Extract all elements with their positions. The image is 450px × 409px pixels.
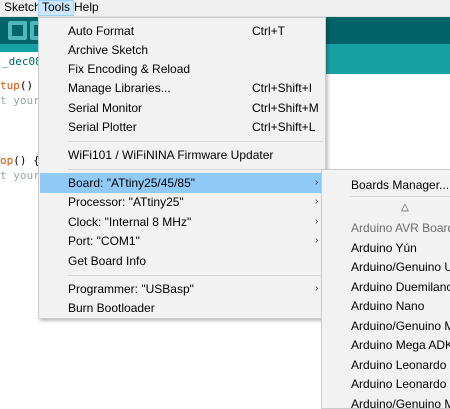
code-line: t your — [0, 94, 40, 107]
board-item[interactable]: Arduino/Genuino Uno — [351, 260, 450, 274]
submenu-arrow-icon: › — [315, 235, 319, 246]
board-item[interactable]: Arduino Yún — [351, 241, 417, 255]
file-icon — [12, 25, 23, 36]
board-submenu: Boards Manager... △ Arduino AVR Boards A… — [321, 169, 450, 409]
menu-item-get-board-info[interactable]: Get Board Info — [40, 251, 324, 271]
menu-item-clock[interactable]: Clock: "Internal 8 MHz" › — [40, 212, 324, 232]
menu-item-serial-plotter[interactable]: Serial Plotter Ctrl+Shift+L — [40, 117, 324, 137]
submenu-arrow-icon: › — [315, 283, 319, 294]
submenu-arrow-icon: › — [315, 196, 319, 207]
sketch-tab-label: _dec08 — [2, 55, 42, 68]
boards-manager-item[interactable]: Boards Manager... — [351, 178, 449, 192]
menu-item-board[interactable]: Board: "ATtiny25/45/85" › — [40, 173, 324, 193]
menu-tools[interactable]: Tools — [38, 0, 75, 16]
menu-separator — [350, 196, 450, 197]
code-line: op() { — [0, 154, 40, 167]
menu-separator — [68, 275, 323, 276]
board-section-header: Arduino AVR Boards — [351, 221, 450, 235]
menu-item-fix-encoding[interactable]: Fix Encoding & Reload — [40, 59, 324, 79]
shortcut-label: Ctrl+Shift+M — [252, 101, 319, 115]
board-item[interactable]: Arduino Leonardo — [351, 358, 446, 372]
board-item[interactable]: Arduino Leonardo ETH — [351, 377, 450, 391]
code-line: tup() — [0, 79, 34, 92]
tools-menu: Auto Format Ctrl+T Archive Sketch Fix En… — [38, 17, 326, 319]
menu-item-processor[interactable]: Processor: "ATtiny25" › — [40, 192, 324, 212]
menubar: Sketch Tools Help — [0, 0, 450, 17]
menu-item-auto-format[interactable]: Auto Format Ctrl+T — [40, 21, 324, 41]
menu-item-port[interactable]: Port: "COM1" › — [40, 231, 324, 251]
submenu-arrow-icon: › — [315, 177, 319, 188]
menu-separator — [68, 141, 323, 142]
board-item[interactable]: Arduino Duemilanove or Diecimila — [351, 280, 450, 294]
sketch-tab[interactable]: _dec08 — [0, 52, 42, 74]
menu-item-serial-monitor[interactable]: Serial Monitor Ctrl+Shift+M — [40, 98, 324, 118]
shortcut-label: Ctrl+Shift+I — [252, 81, 313, 95]
shortcut-label: Ctrl+T — [252, 24, 285, 38]
scroll-up-icon[interactable]: △ — [348, 202, 450, 214]
menu-item-programmer[interactable]: Programmer: "USBasp" › — [40, 279, 324, 299]
menu-help[interactable]: Help — [71, 0, 102, 16]
board-item[interactable]: Arduino Nano — [351, 299, 424, 313]
submenu-arrow-icon: › — [315, 216, 319, 227]
shortcut-label: Ctrl+Shift+L — [252, 120, 316, 134]
menu-item-manage-libraries[interactable]: Manage Libraries... Ctrl+Shift+I — [40, 78, 324, 98]
code-line: t your — [0, 169, 40, 182]
menu-separator — [68, 169, 323, 170]
menu-item-archive-sketch[interactable]: Archive Sketch — [40, 40, 324, 60]
board-item[interactable]: Arduino/Genuino Micro — [351, 397, 450, 408]
new-sketch-button[interactable] — [8, 21, 27, 40]
board-item[interactable]: Arduino Mega ADK — [351, 338, 450, 352]
menu-item-firmware-updater[interactable]: WiFi101 / WiFiNINA Firmware Updater — [40, 145, 324, 165]
board-item[interactable]: Arduino/Genuino Mega or Mega 2560 — [351, 319, 450, 333]
menu-item-burn-bootloader[interactable]: Burn Bootloader — [40, 298, 324, 318]
